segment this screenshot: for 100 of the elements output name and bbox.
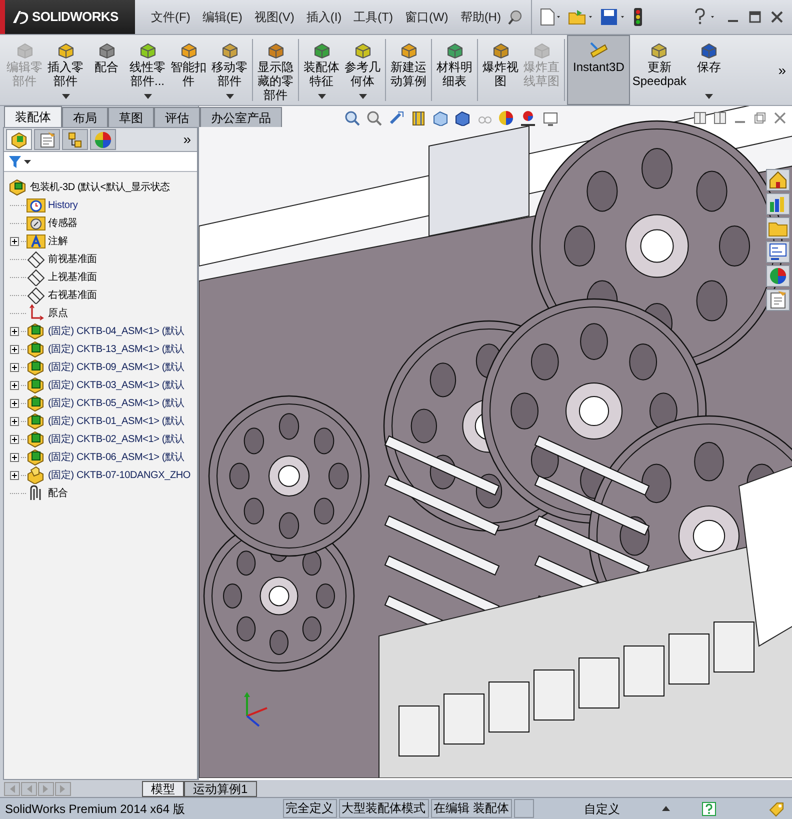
units-button[interactable]: 自定义 — [544, 800, 660, 818]
subassembly-icon — [26, 340, 46, 358]
command-tab[interactable]: 办公室产品 — [200, 107, 282, 127]
command-tab[interactable]: 草图 — [108, 107, 154, 127]
toolbar-button[interactable]: 移动零部件 — [209, 35, 250, 105]
zoom-area-icon[interactable] — [366, 110, 382, 126]
menu-item[interactable]: 编辑(E) — [198, 8, 246, 26]
tree-item[interactable]: (固定) CKTB-07-10DANGX_ZHO — [48, 468, 190, 482]
menu-item[interactable]: 工具(T) — [350, 8, 397, 26]
overflow-chevron[interactable]: » — [183, 129, 195, 150]
filter-icon[interactable] — [8, 154, 32, 168]
panel-tab[interactable] — [62, 129, 88, 150]
tree-item[interactable]: History — [48, 198, 78, 212]
toolbar-button[interactable]: 爆炸视图 — [480, 35, 521, 105]
panel-tab[interactable] — [34, 129, 60, 150]
expand-icon[interactable] — [10, 416, 19, 426]
command-tab[interactable]: 装配体 — [4, 106, 62, 127]
panel-tab[interactable] — [6, 129, 32, 150]
expand-icon[interactable] — [10, 380, 19, 390]
expand-icon[interactable] — [10, 344, 19, 354]
panel-tab[interactable] — [90, 129, 116, 150]
subassembly-icon — [26, 394, 46, 412]
expand-icon[interactable] — [10, 470, 19, 480]
tree-item[interactable]: (固定) CKTB-03_ASM<1> (默认 — [48, 378, 185, 392]
expand-icon[interactable] — [10, 362, 19, 372]
toolbar-button[interactable]: 装配体特征 — [301, 35, 342, 105]
toolbar-button[interactable]: 更新 Speedpak — [630, 35, 688, 105]
toolbar-button[interactable]: 参考几何体 — [342, 35, 383, 105]
tree-item[interactable]: 原点 — [48, 306, 68, 320]
menu-item[interactable]: 视图(V) — [250, 8, 298, 26]
close-icon[interactable] — [770, 10, 784, 24]
task-pane-button[interactable] — [766, 289, 790, 311]
tree-item[interactable]: (固定) CKTB-09_ASM<1> (默认 — [48, 360, 185, 374]
toolbar-button[interactable]: 线性零部件... — [127, 35, 168, 105]
bracket — [668, 634, 710, 684]
help-icon[interactable] — [702, 802, 716, 816]
toolbar-button[interactable]: 材料明细表 — [434, 35, 475, 105]
tree-item[interactable]: (固定) CKTB-13_ASM<1> (默认 — [48, 342, 185, 356]
menu-item[interactable]: 文件(F) — [147, 8, 194, 26]
part-icon — [220, 41, 240, 59]
expand-icon[interactable] — [10, 434, 19, 444]
split-view-icon[interactable] — [714, 112, 726, 124]
appearance-icon[interactable] — [498, 110, 514, 126]
tree-item[interactable]: (固定) CKTB-04_ASM<1> (默认 — [48, 324, 185, 338]
traffic-light-icon[interactable] — [632, 8, 644, 26]
maximize-icon[interactable] — [748, 10, 762, 24]
tree-item[interactable]: 注解 — [48, 234, 68, 248]
tree-item[interactable]: 上视基准面 — [48, 270, 98, 284]
toolbar-button[interactable]: 新建运动算例 — [388, 35, 429, 105]
subassembly-icon — [26, 430, 46, 448]
previous-view-icon[interactable] — [388, 110, 404, 126]
tree-item[interactable]: (固定) CKTB-02_ASM<1> (默认 — [48, 432, 185, 446]
task-pane-button[interactable] — [766, 169, 790, 191]
toolbar-button[interactable]: Instant3D — [567, 35, 630, 105]
split-view-icon[interactable] — [694, 112, 706, 124]
overflow-chevron[interactable]: » — [778, 60, 788, 80]
task-pane-button[interactable] — [766, 241, 790, 263]
save-icon[interactable] — [600, 8, 626, 26]
menu-item[interactable]: 插入(I) — [302, 8, 346, 26]
subassembly-icon — [26, 376, 46, 394]
task-pane-button[interactable] — [766, 265, 790, 287]
sheet-tab[interactable]: 运动算例1 — [184, 780, 257, 796]
toolbar-button[interactable]: 显示隐藏的零部件 — [255, 35, 296, 105]
toolbar-button[interactable]: 智能扣件 — [168, 35, 209, 105]
scene-icon[interactable] — [520, 110, 536, 126]
command-tab[interactable]: 评估 — [154, 107, 200, 127]
toolbar-button[interactable]: 保存 — [688, 35, 730, 105]
status-text: SolidWorks Premium 2014 x64 版 — [4, 800, 185, 818]
task-pane-button[interactable] — [766, 193, 790, 215]
menu-item[interactable]: 帮助(H) — [456, 8, 505, 26]
expand-icon[interactable] — [10, 236, 19, 246]
pin-icon[interactable] — [506, 9, 523, 25]
section-view-icon[interactable] — [410, 110, 426, 126]
expand-icon[interactable] — [10, 326, 19, 336]
toolbar-button[interactable]: 配合 — [86, 35, 127, 105]
new-document-icon[interactable] — [538, 8, 562, 26]
menu-item[interactable]: 窗口(W) — [400, 8, 452, 26]
subassembly-icon — [26, 322, 46, 340]
caret-icon[interactable] — [662, 806, 670, 811]
tree-item[interactable]: (固定) CKTB-01_ASM<1> (默认 — [48, 414, 185, 428]
view-settings-icon[interactable] — [542, 110, 558, 126]
tag-icon[interactable] — [768, 800, 784, 816]
sheet-tab[interactable]: 模型 — [142, 780, 184, 796]
expand-icon[interactable] — [10, 398, 19, 408]
tree-item[interactable]: 包装机-3D (默认<默认_显示状态 — [30, 180, 170, 194]
tree-item[interactable]: 传感器 — [48, 216, 78, 230]
tree-item[interactable]: (固定) CKTB-05_ASM<1> (默认 — [48, 396, 185, 410]
open-folder-icon[interactable] — [568, 8, 594, 26]
tree-item[interactable]: 前视基准面 — [48, 252, 98, 266]
assembly-icon — [8, 178, 28, 196]
command-tab[interactable]: 布局 — [62, 107, 108, 127]
zoom-to-fit-icon[interactable] — [344, 110, 360, 126]
tree-item[interactable]: (固定) CKTB-06_ASM<1> (默认 — [48, 450, 185, 464]
restore-icon[interactable] — [754, 112, 766, 124]
tree-item[interactable]: 配合 — [48, 486, 68, 500]
expand-icon[interactable] — [10, 452, 19, 462]
toolbar-button[interactable]: 插入零部件 — [45, 35, 86, 105]
tree-item[interactable]: 右视基准面 — [48, 288, 98, 302]
close-icon[interactable] — [774, 112, 786, 124]
part-icon — [649, 41, 670, 59]
